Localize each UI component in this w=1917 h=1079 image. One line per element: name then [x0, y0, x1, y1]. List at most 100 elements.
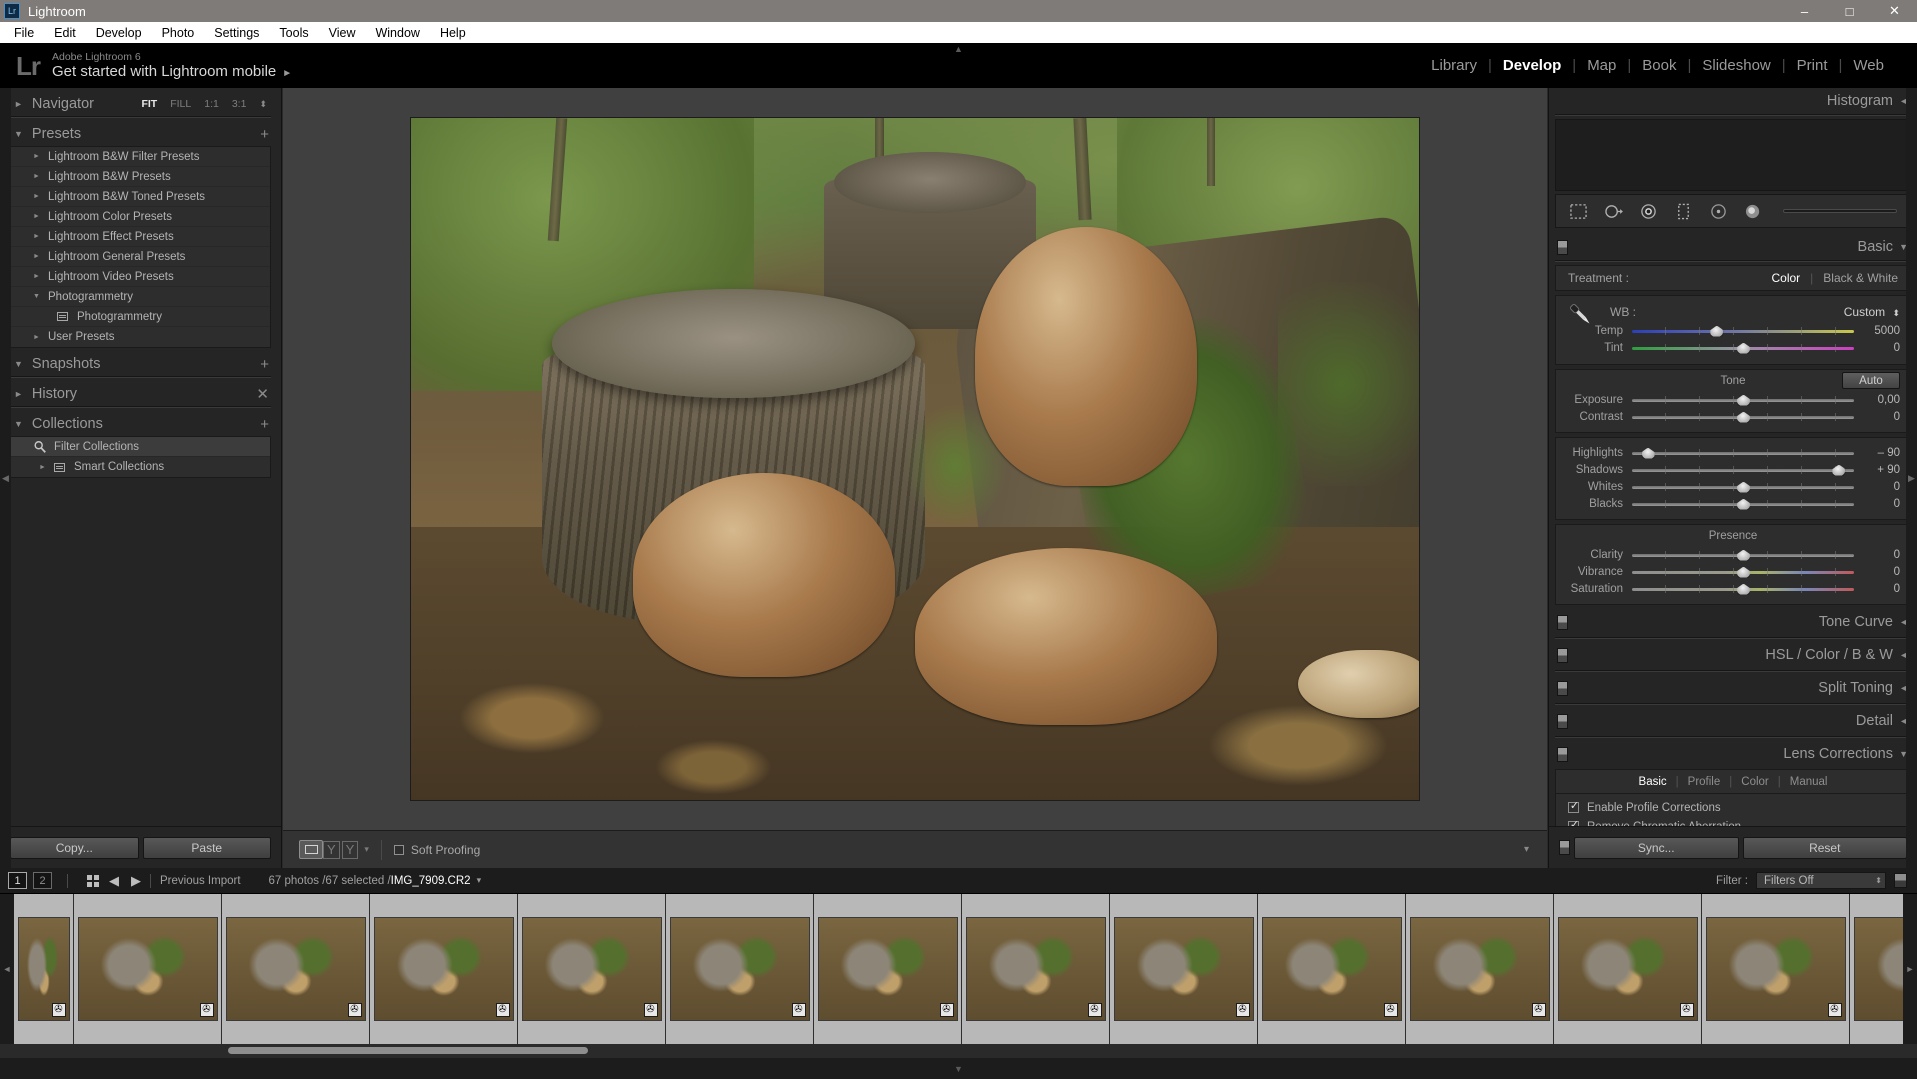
develop-badge-icon[interactable]: ✇: [792, 1003, 806, 1017]
presets-disclosure-icon[interactable]: ▼: [14, 129, 23, 139]
menu-edit[interactable]: Edit: [44, 24, 86, 42]
go-forward-icon[interactable]: ▶: [131, 873, 141, 889]
whites-value[interactable]: 0: [1854, 481, 1900, 493]
collections-header[interactable]: ▼ Collections +: [8, 412, 273, 436]
add-snapshot-icon[interactable]: +: [260, 356, 269, 373]
preset-group-photogrammetry[interactable]: ▼Photogrammetry: [11, 287, 270, 307]
tone-curve-header[interactable]: Tone Curve ◄: [1555, 609, 1911, 635]
preset-group-color[interactable]: ►Lightroom Color Presets: [11, 207, 270, 227]
develop-badge-icon[interactable]: ✇: [1532, 1003, 1546, 1017]
develop-badge-icon[interactable]: ✇: [496, 1003, 510, 1017]
vibrance-slider-track[interactable]: [1632, 568, 1854, 576]
module-print[interactable]: Print: [1786, 57, 1839, 74]
filmstrip-thumbnail[interactable]: ✇: [74, 894, 222, 1044]
zoom-3-1[interactable]: 3:1: [232, 98, 247, 110]
enable-profile-corrections-row[interactable]: Enable Profile Corrections: [1556, 798, 1910, 817]
zoom-fill[interactable]: FILL: [170, 98, 191, 110]
filmstrip-thumbnail[interactable]: ✇: [1554, 894, 1702, 1044]
chevron-right-icon[interactable]: ►: [39, 464, 46, 471]
shadows-slider-track[interactable]: [1632, 466, 1854, 474]
whites-slider-row[interactable]: Whites 0: [1566, 478, 1900, 495]
bottom-panel-collapse-handle[interactable]: ▼: [0, 1058, 1917, 1079]
develop-badge-icon[interactable]: ✇: [1384, 1003, 1398, 1017]
exposure-slider-track[interactable]: [1632, 396, 1854, 404]
chevron-right-icon[interactable]: ►: [33, 173, 40, 180]
copy-button[interactable]: Copy...: [10, 837, 139, 859]
red-eye-icon[interactable]: [1639, 203, 1658, 220]
module-web[interactable]: Web: [1842, 57, 1895, 74]
filmstrip-thumbnail[interactable]: ✇: [666, 894, 814, 1044]
temp-value[interactable]: 5000: [1854, 325, 1900, 337]
add-collection-icon[interactable]: +: [260, 416, 269, 433]
filmstrip-filename[interactable]: IMG_7909.CR2: [391, 875, 471, 887]
zoom-fit[interactable]: FIT: [141, 98, 157, 110]
menu-view[interactable]: View: [319, 24, 366, 42]
filter-select[interactable]: Filters Off ⬍: [1756, 872, 1886, 889]
vibrance-slider-row[interactable]: Vibrance 0: [1566, 563, 1900, 580]
filmstrip-thumbnail[interactable]: ✇: [1702, 894, 1850, 1044]
module-book[interactable]: Book: [1631, 57, 1687, 74]
filmstrip-thumbnail[interactable]: ✇: [14, 894, 74, 1044]
wb-stepper-icon[interactable]: ⬍: [1892, 308, 1900, 318]
menu-settings[interactable]: Settings: [204, 24, 269, 42]
loupe-view-icon[interactable]: [299, 840, 323, 859]
shadows-slider-row[interactable]: Shadows + 90: [1566, 461, 1900, 478]
clear-history-icon[interactable]: ✕: [256, 385, 269, 403]
zoom-stepper-icon[interactable]: ⬍: [259, 99, 267, 110]
lens-corrections-switch[interactable]: [1557, 747, 1568, 762]
soft-proofing-checkbox[interactable]: [394, 845, 404, 855]
navigator-disclosure-icon[interactable]: ►: [14, 99, 23, 109]
menu-file[interactable]: File: [4, 24, 44, 42]
module-slideshow[interactable]: Slideshow: [1691, 57, 1781, 74]
detail-switch[interactable]: [1557, 714, 1568, 729]
lens-corrections-header[interactable]: Lens Corrections ▼: [1555, 741, 1911, 767]
clarity-slider-track[interactable]: [1632, 551, 1854, 559]
smart-collections-row[interactable]: ► Smart Collections: [11, 457, 270, 477]
sync-switch[interactable]: [1559, 840, 1570, 855]
chevron-right-icon[interactable]: ►: [33, 233, 40, 240]
add-preset-icon[interactable]: +: [260, 126, 269, 143]
temp-slider-track[interactable]: [1632, 327, 1854, 335]
filmstrip-scroll-thumb[interactable]: [228, 1047, 588, 1054]
highlights-slider-track[interactable]: [1632, 449, 1854, 457]
tint-slider-row[interactable]: Tint 0: [1566, 339, 1900, 356]
filmstrip-scroll-left-icon[interactable]: ◄: [0, 894, 14, 1044]
white-balance-selector-icon[interactable]: [1566, 300, 1596, 330]
minimize-button[interactable]: –: [1782, 0, 1827, 22]
develop-badge-icon[interactable]: ✇: [200, 1003, 214, 1017]
treatment-bw-option[interactable]: Black & White: [1823, 271, 1898, 285]
filmstrip-thumbnail[interactable]: ✇: [962, 894, 1110, 1044]
presets-header[interactable]: ▼ Presets +: [8, 122, 273, 146]
mobile-promo-label[interactable]: Get started with Lightroom mobile►: [52, 63, 292, 80]
crop-overlay-icon[interactable]: [1569, 203, 1588, 220]
adjustment-brush-icon[interactable]: [1744, 203, 1763, 220]
develop-badge-icon[interactable]: ✇: [348, 1003, 362, 1017]
basic-panel-switch[interactable]: [1557, 240, 1568, 255]
close-button[interactable]: ✕: [1872, 0, 1917, 22]
saturation-value[interactable]: 0: [1854, 583, 1900, 595]
develop-badge-icon[interactable]: ✇: [644, 1003, 658, 1017]
navigator-header[interactable]: ► Navigator FIT FILL 1:1 3:1 ⬍: [8, 92, 273, 116]
chevron-down-icon[interactable]: ▼: [33, 293, 40, 300]
module-develop[interactable]: Develop: [1492, 57, 1572, 74]
toolbar-collapse-icon[interactable]: ▾: [1524, 844, 1529, 855]
screen-1-button[interactable]: 1: [8, 872, 27, 889]
menu-window[interactable]: Window: [365, 24, 429, 42]
clarity-value[interactable]: 0: [1854, 549, 1900, 561]
contrast-value[interactable]: 0: [1854, 411, 1900, 423]
develop-badge-icon[interactable]: ✇: [1828, 1003, 1842, 1017]
highlights-value[interactable]: – 90: [1854, 447, 1900, 459]
menu-photo[interactable]: Photo: [152, 24, 205, 42]
filmstrip-source-label[interactable]: Previous Import: [160, 875, 241, 887]
reset-button[interactable]: Reset: [1743, 837, 1908, 859]
preset-group-general[interactable]: ►Lightroom General Presets: [11, 247, 270, 267]
filmstrip-thumbnail[interactable]: ✇: [370, 894, 518, 1044]
history-header[interactable]: ► History ✕: [8, 382, 273, 406]
filmstrip-thumbnail[interactable]: ✇: [1406, 894, 1554, 1044]
blacks-value[interactable]: 0: [1854, 498, 1900, 510]
menu-develop[interactable]: Develop: [86, 24, 152, 42]
preset-group-bw-filter[interactable]: ►Lightroom B&W Filter Presets: [11, 147, 270, 167]
exposure-value[interactable]: 0,00: [1854, 394, 1900, 406]
maximize-button[interactable]: □: [1827, 0, 1872, 22]
screen-2-button[interactable]: 2: [33, 872, 52, 889]
